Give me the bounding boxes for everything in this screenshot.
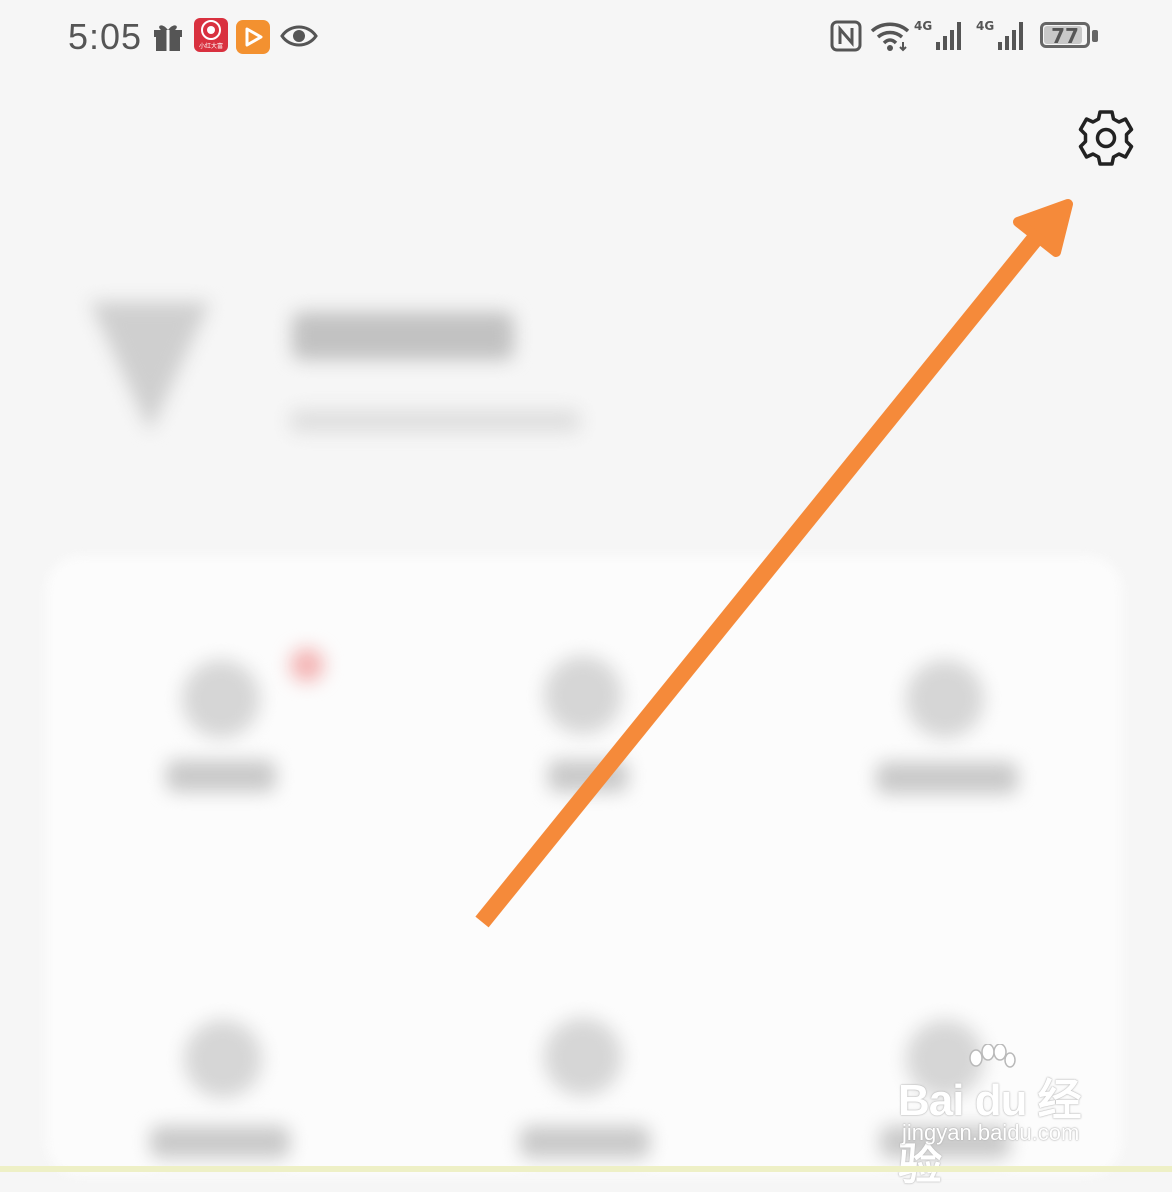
menu-item-icon (906, 660, 984, 738)
avatar (90, 302, 210, 432)
network-type-label: 4G (914, 19, 932, 33)
watermark-url: jingyan.baidu.com (902, 1120, 1080, 1145)
network-type-label: 4G (976, 19, 994, 33)
wifi-icon (870, 22, 910, 52)
battery-level: 77 (1051, 24, 1079, 48)
menu-item-label (876, 762, 1018, 794)
bottom-edge (0, 1166, 1172, 1172)
signal-4g-icon: 4G (976, 19, 1023, 50)
status-time: 5:05 (68, 16, 143, 57)
red-app-text: 小红大富 (198, 43, 223, 50)
eye-icon (280, 25, 318, 47)
menu-item-icon (544, 656, 622, 734)
battery-icon: 77 (1040, 22, 1102, 52)
profile-name-placeholder (292, 312, 514, 360)
gear-icon[interactable] (1076, 108, 1136, 168)
baidu-watermark: Bai du 经验 jingyan.baidu.com (896, 1044, 1116, 1189)
menu-item-label (166, 760, 276, 792)
menu-item-icon (182, 660, 260, 738)
red-app-icon: 小红大富 (194, 18, 228, 52)
menu-item-label (150, 1126, 290, 1158)
signal-4g-icon: 4G (914, 19, 961, 50)
gift-icon (154, 25, 182, 51)
menu-item-icon (184, 1020, 262, 1098)
status-bar: 5:05 小红大富 4G 4G 77 (0, 0, 1172, 76)
menu-item-icon (544, 1018, 622, 1096)
menu-item-label (548, 760, 628, 792)
notification-dot (290, 648, 324, 682)
menu-item-label (520, 1126, 650, 1158)
orange-play-app-icon (236, 20, 270, 54)
nfc-icon (830, 20, 862, 52)
profile-subtitle-placeholder (290, 410, 580, 432)
